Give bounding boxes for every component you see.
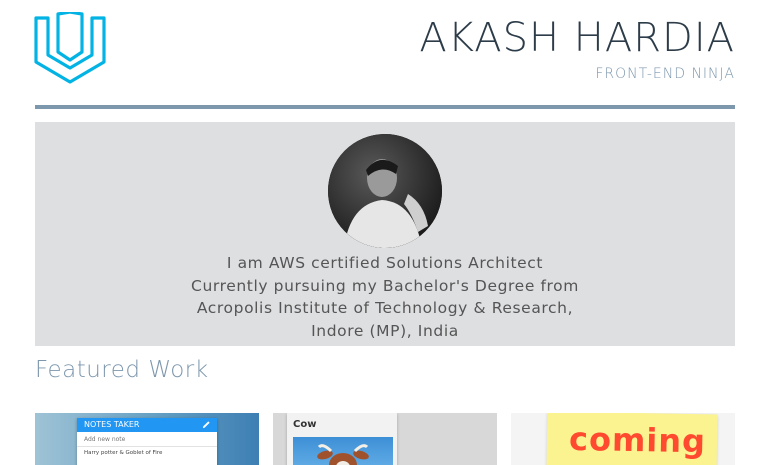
udacity-logo-icon[interactable]: [34, 10, 106, 84]
sticky-note: coming: [546, 413, 718, 465]
project-card-cow[interactable]: Cow: [273, 413, 497, 465]
project-card-coming-soon[interactable]: coming: [511, 413, 735, 465]
header-divider: [35, 105, 735, 109]
notes-input: Add new note: [77, 432, 217, 447]
bio-line: I am AWS certified Solutions Architect: [226, 254, 544, 272]
featured-work-heading: Featured Work: [35, 357, 209, 383]
cow-app-preview: Cow: [287, 413, 397, 465]
avatar: [328, 134, 442, 248]
cow-label: Cow: [293, 419, 317, 430]
bio-line: Currently pursuing my Bachelor's Degree …: [191, 276, 579, 295]
bio-line: Acropolis Institute of Technology & Rese…: [196, 299, 574, 317]
page-subtitle: FRONT-END NINJA: [595, 66, 735, 82]
notes-app-header: NOTES TAKER: [77, 418, 217, 432]
page-title: AKASH HARDIA: [419, 15, 735, 61]
bio-line: Indore (MP), India: [311, 321, 459, 340]
coming-soon-text: coming: [568, 419, 707, 461]
pencil-icon: [202, 421, 210, 429]
bio-text: I am AWS certified Solutions Architect C…: [35, 252, 735, 342]
notes-app-title: NOTES TAKER: [84, 420, 140, 429]
notes-app-preview: NOTES TAKER Add new note Harry potter & …: [77, 418, 217, 465]
cow-image: [293, 437, 393, 465]
hero-section: I am AWS certified Solutions Architect C…: [35, 122, 735, 346]
project-card-notes[interactable]: NOTES TAKER Add new note Harry potter & …: [35, 413, 259, 465]
notes-item: Harry potter & Goblet of Fire: [84, 450, 163, 456]
